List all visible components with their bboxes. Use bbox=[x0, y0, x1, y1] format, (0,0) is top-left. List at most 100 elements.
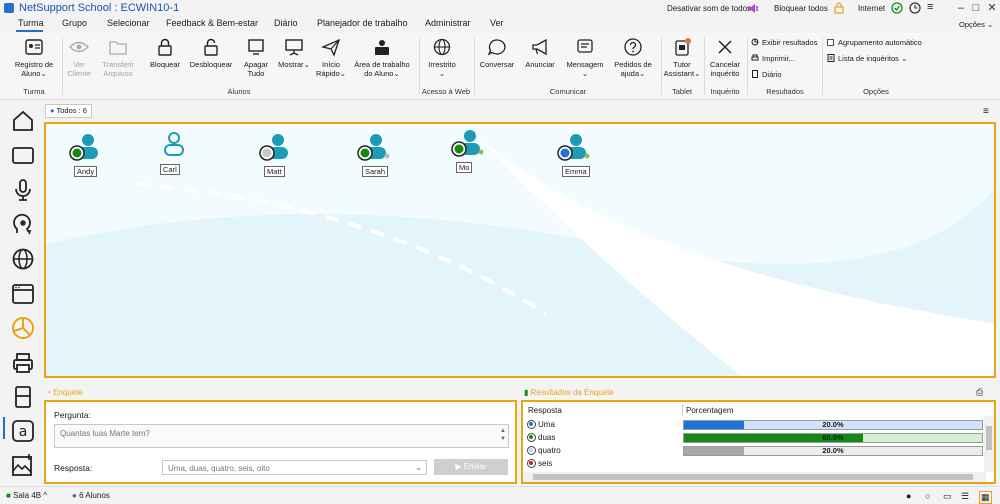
survey-pie-icon[interactable] bbox=[11, 316, 35, 340]
checkbox[interactable] bbox=[827, 39, 834, 46]
answer-select[interactable]: Uma, duas, quatro, seis, oito ⌄ bbox=[162, 460, 427, 475]
answer-radio[interactable] bbox=[527, 459, 536, 468]
journal-icon bbox=[752, 70, 758, 78]
browser-window-icon[interactable] bbox=[11, 282, 35, 306]
view-menu-icon[interactable]: ≡ bbox=[983, 106, 989, 117]
eye-icon bbox=[69, 41, 89, 53]
tab-diario[interactable]: Diário bbox=[274, 18, 298, 28]
group-label-students: Alunos bbox=[227, 87, 251, 96]
answer-radio[interactable] bbox=[527, 446, 536, 455]
clock-icon[interactable] bbox=[909, 2, 921, 14]
auto-grouping-checkbox[interactable]: Agrupamento automático bbox=[827, 38, 922, 47]
student-name-label: Sarah bbox=[362, 166, 389, 177]
export-icon[interactable]: ⎙ bbox=[976, 387, 983, 398]
answer-radio[interactable] bbox=[527, 420, 536, 429]
tab-selecionar[interactable]: Selecionar bbox=[107, 18, 150, 28]
list-view-icon[interactable]: ☰ bbox=[961, 491, 969, 502]
blank-all-button[interactable]: Apagar Tudo bbox=[240, 37, 272, 78]
grid-view-icon[interactable]: ▦ bbox=[979, 491, 992, 504]
results-row[interactable]: seis bbox=[527, 458, 982, 470]
view-client-button[interactable]: Ver Cliente bbox=[64, 37, 94, 78]
all-students-chip[interactable]: ● Todos : 6 bbox=[45, 104, 92, 118]
padlock-icon[interactable] bbox=[834, 2, 844, 14]
help-requests-button[interactable]: Pedidos de ajuda⌄ bbox=[611, 37, 655, 78]
tab-planejador[interactable]: Planejador de trabalho bbox=[317, 18, 408, 28]
tab-turma[interactable]: Turma bbox=[18, 18, 44, 28]
close-window-button[interactable]: ✕ bbox=[985, 1, 999, 15]
survey-list-dropdown[interactable]: Lista de inquéritos ⌄ bbox=[827, 54, 907, 63]
message-icon bbox=[577, 39, 593, 53]
show-button[interactable]: Mostrar⌄ bbox=[278, 37, 310, 69]
student-andy[interactable]: Andy bbox=[66, 132, 106, 177]
student-avatar-icon bbox=[557, 134, 590, 161]
cancel-survey-button[interactable]: Cancelar inquérito bbox=[706, 37, 744, 78]
question-scroll-arrows[interactable]: ▲ ▼ bbox=[500, 427, 506, 443]
results-vertical-scrollbar[interactable] bbox=[984, 416, 994, 472]
transfer-files-button[interactable]: Transferir Arquivos bbox=[99, 37, 137, 78]
quick-start-button[interactable]: Início Rápido⌄ bbox=[314, 37, 348, 78]
student-avatar-icon bbox=[357, 134, 390, 161]
device-icon[interactable] bbox=[11, 385, 35, 409]
person-filled-icon[interactable]: ● bbox=[906, 491, 911, 501]
tab-administrar[interactable]: Administrar bbox=[425, 18, 471, 28]
monitor-view-icon[interactable]: ▭ bbox=[943, 491, 952, 502]
student-carl[interactable]: Carl bbox=[160, 130, 200, 175]
text-a-icon[interactable]: a bbox=[11, 419, 35, 443]
speaker-mute-icon[interactable] bbox=[747, 3, 759, 14]
answer-label: duas bbox=[538, 433, 556, 442]
question-input[interactable]: Quantas luas Marte tem? ▲ ▼ bbox=[54, 424, 509, 448]
person-outline-icon[interactable]: ○ bbox=[925, 491, 930, 501]
tab-grupo[interactable]: Grupo bbox=[62, 18, 87, 28]
home-icon[interactable] bbox=[11, 109, 35, 133]
print-icon[interactable] bbox=[11, 351, 35, 375]
monitor-icon bbox=[248, 39, 264, 55]
internet-label: Internet bbox=[858, 4, 886, 13]
student-matt[interactable]: Matt bbox=[256, 132, 296, 177]
student-mo[interactable]: Mo bbox=[448, 128, 488, 173]
student-name-label: Emma bbox=[562, 166, 590, 177]
image-gallery-icon[interactable] bbox=[11, 453, 35, 477]
results-row[interactable]: quatro 20.0% bbox=[527, 445, 983, 457]
paper-plane-icon bbox=[320, 38, 341, 57]
results-row[interactable]: duas 60.0% bbox=[527, 432, 983, 444]
student-sarah[interactable]: Sarah bbox=[354, 132, 394, 177]
tab-feedback[interactable]: Feedback & Bem-estar bbox=[166, 18, 258, 28]
results-row[interactable]: Uma 20.0% bbox=[527, 419, 983, 431]
journal-button[interactable]: Diário bbox=[751, 70, 782, 79]
hamburger-menu-icon[interactable]: ≡ bbox=[927, 1, 933, 13]
unlock-button[interactable]: Desbloquear bbox=[188, 37, 234, 69]
classroom-canvas[interactable]: Andy Carl Matt Sarah Mo Emma bbox=[44, 122, 996, 378]
student-desktop-button[interactable]: Área de trabalho do Aluno⌄ bbox=[350, 37, 414, 78]
internet-ok-icon[interactable] bbox=[891, 2, 903, 14]
options-dropdown[interactable]: Opções ⌄ bbox=[959, 20, 993, 29]
printer-icon bbox=[751, 54, 759, 61]
scroll-thumb[interactable] bbox=[986, 426, 992, 450]
announce-button[interactable]: Anunciar bbox=[522, 37, 558, 69]
student-emma[interactable]: Emma bbox=[554, 132, 594, 177]
chat-button[interactable]: Conversar bbox=[478, 37, 516, 69]
tab-ver[interactable]: Ver bbox=[490, 18, 504, 28]
tutor-assistant-button[interactable]: Tutor Assistant⌄ bbox=[663, 37, 701, 78]
results-horizontal-scrollbar[interactable] bbox=[523, 472, 986, 482]
web-globe-icon[interactable] bbox=[11, 247, 35, 271]
scroll-thumb[interactable] bbox=[533, 474, 973, 480]
room-indicator[interactable]: ■ Sala 4B ^ bbox=[6, 491, 47, 500]
send-button[interactable]: ▶ Enviar bbox=[434, 459, 508, 475]
answer-radio[interactable] bbox=[527, 433, 536, 442]
maximize-button[interactable]: □ bbox=[969, 1, 983, 15]
message-button[interactable]: Mensagem ⌄ bbox=[564, 37, 606, 78]
minimize-button[interactable]: – bbox=[954, 1, 968, 15]
screen-icon[interactable] bbox=[11, 143, 35, 167]
status-bar: ■ Sala 4B ^ ● 6 Alunos ● ○ ▭ ☰ ▦ bbox=[0, 486, 1000, 504]
head-brain-icon[interactable] bbox=[11, 212, 35, 236]
microphone-icon[interactable] bbox=[11, 178, 35, 202]
lock-all-button[interactable]: Bloquear todos bbox=[774, 4, 828, 13]
mute-all-button[interactable]: Desativar som de todos bbox=[667, 4, 751, 13]
student-register-button[interactable]: Registro de Aluno⌄ bbox=[10, 37, 58, 78]
lock-button[interactable]: Bloquear bbox=[147, 37, 183, 69]
results-col-answer: Resposta bbox=[528, 406, 562, 415]
show-results-button[interactable]: Exibir resultados bbox=[751, 38, 817, 47]
group-label-options: Opções bbox=[863, 87, 889, 96]
print-button[interactable]: Imprimir... bbox=[751, 54, 795, 63]
unrestricted-button[interactable]: Irrestrito ⌄ bbox=[424, 37, 460, 78]
